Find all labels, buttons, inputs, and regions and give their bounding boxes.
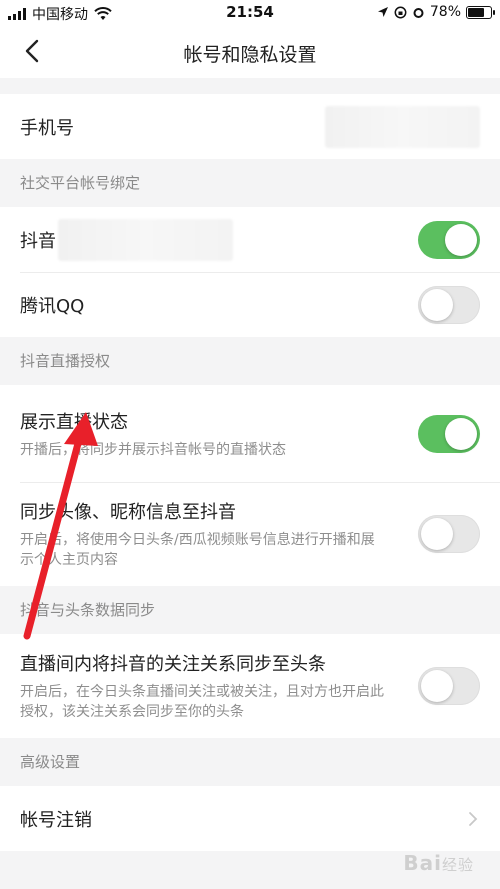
alarm-icon <box>413 7 424 18</box>
follow-sync-row: 直播间内将抖音的关注关系同步至头条 开启后，在今日头条直播间关注或被关注，且对方… <box>0 634 500 738</box>
watermark-text: Bai <box>403 851 442 875</box>
live-auth-group: 展示直播状态 开播后，将同步并展示抖音帐号的直播状态 同步头像、昵称信息至抖音 … <box>0 385 500 586</box>
follow-sync-toggle[interactable] <box>418 667 480 705</box>
qq-row: 腾讯QQ <box>0 272 500 337</box>
location-icon <box>377 7 388 17</box>
sync-avatar-desc: 开启后，将使用今日头条/西瓜视频账号信息进行开播和展示个人主页内容 <box>20 532 375 568</box>
sync-avatar-toggle[interactable] <box>418 515 480 553</box>
show-live-row: 展示直播状态 开播后，将同步并展示抖音帐号的直播状态 <box>0 385 500 482</box>
social-group: 抖音 腾讯QQ <box>0 207 500 337</box>
section-data-sync: 抖音与头条数据同步 <box>20 601 156 619</box>
douyin-account-redacted <box>58 219 233 261</box>
delete-account-label: 帐号注销 <box>20 809 92 831</box>
douyin-toggle[interactable] <box>418 220 480 259</box>
section-social: 社交平台帐号绑定 <box>20 174 141 192</box>
section-advanced: 高级设置 <box>20 753 81 771</box>
page-title: 帐号和隐私设置 <box>183 44 317 66</box>
watermark-sub: 经验 <box>441 856 474 874</box>
status-right: 78% <box>377 4 495 20</box>
show-live-desc: 开播后，将同步并展示抖音帐号的直播状态 <box>20 441 286 458</box>
qq-toggle[interactable] <box>418 285 480 324</box>
douyin-row: 抖音 <box>0 207 500 272</box>
delete-account-row[interactable]: 帐号注销 <box>0 786 500 851</box>
qq-label: 腾讯QQ <box>20 295 85 317</box>
advanced-group: 帐号注销 <box>0 786 500 851</box>
show-live-label: 展示直播状态 <box>20 411 128 433</box>
phone-row[interactable]: 手机号 <box>0 94 500 159</box>
section-live-auth: 抖音直播授权 <box>20 352 111 370</box>
show-live-toggle[interactable] <box>418 414 480 453</box>
sync-avatar-row: 同步头像、昵称信息至抖音 开启后，将使用今日头条/西瓜视频账号信息进行开播和展示… <box>0 482 500 586</box>
lock-rotation-icon <box>394 6 407 18</box>
data-sync-group: 直播间内将抖音的关注关系同步至头条 开启后，在今日头条直播间关注或被关注，且对方… <box>0 634 500 738</box>
battery-icon <box>466 5 495 19</box>
follow-sync-desc: 开启后，在今日头条直播间关注或被关注，且对方也开启此授权，该关注关系会同步至你的… <box>20 684 384 720</box>
sync-avatar-label: 同步头像、昵称信息至抖音 <box>20 502 236 523</box>
phone-group: 手机号 <box>0 94 500 159</box>
phone-value-redacted <box>325 106 480 148</box>
follow-sync-label: 直播间内将抖音的关注关系同步至头条 <box>20 654 326 675</box>
chevron-right-icon <box>469 811 478 826</box>
status-bar: 中国移动 21:54 78% <box>0 0 500 26</box>
battery-percent: 78% <box>429 4 461 20</box>
nav-bar: 帐号和隐私设置 <box>0 26 500 78</box>
watermark-logo: Bai经验 <box>403 851 474 875</box>
